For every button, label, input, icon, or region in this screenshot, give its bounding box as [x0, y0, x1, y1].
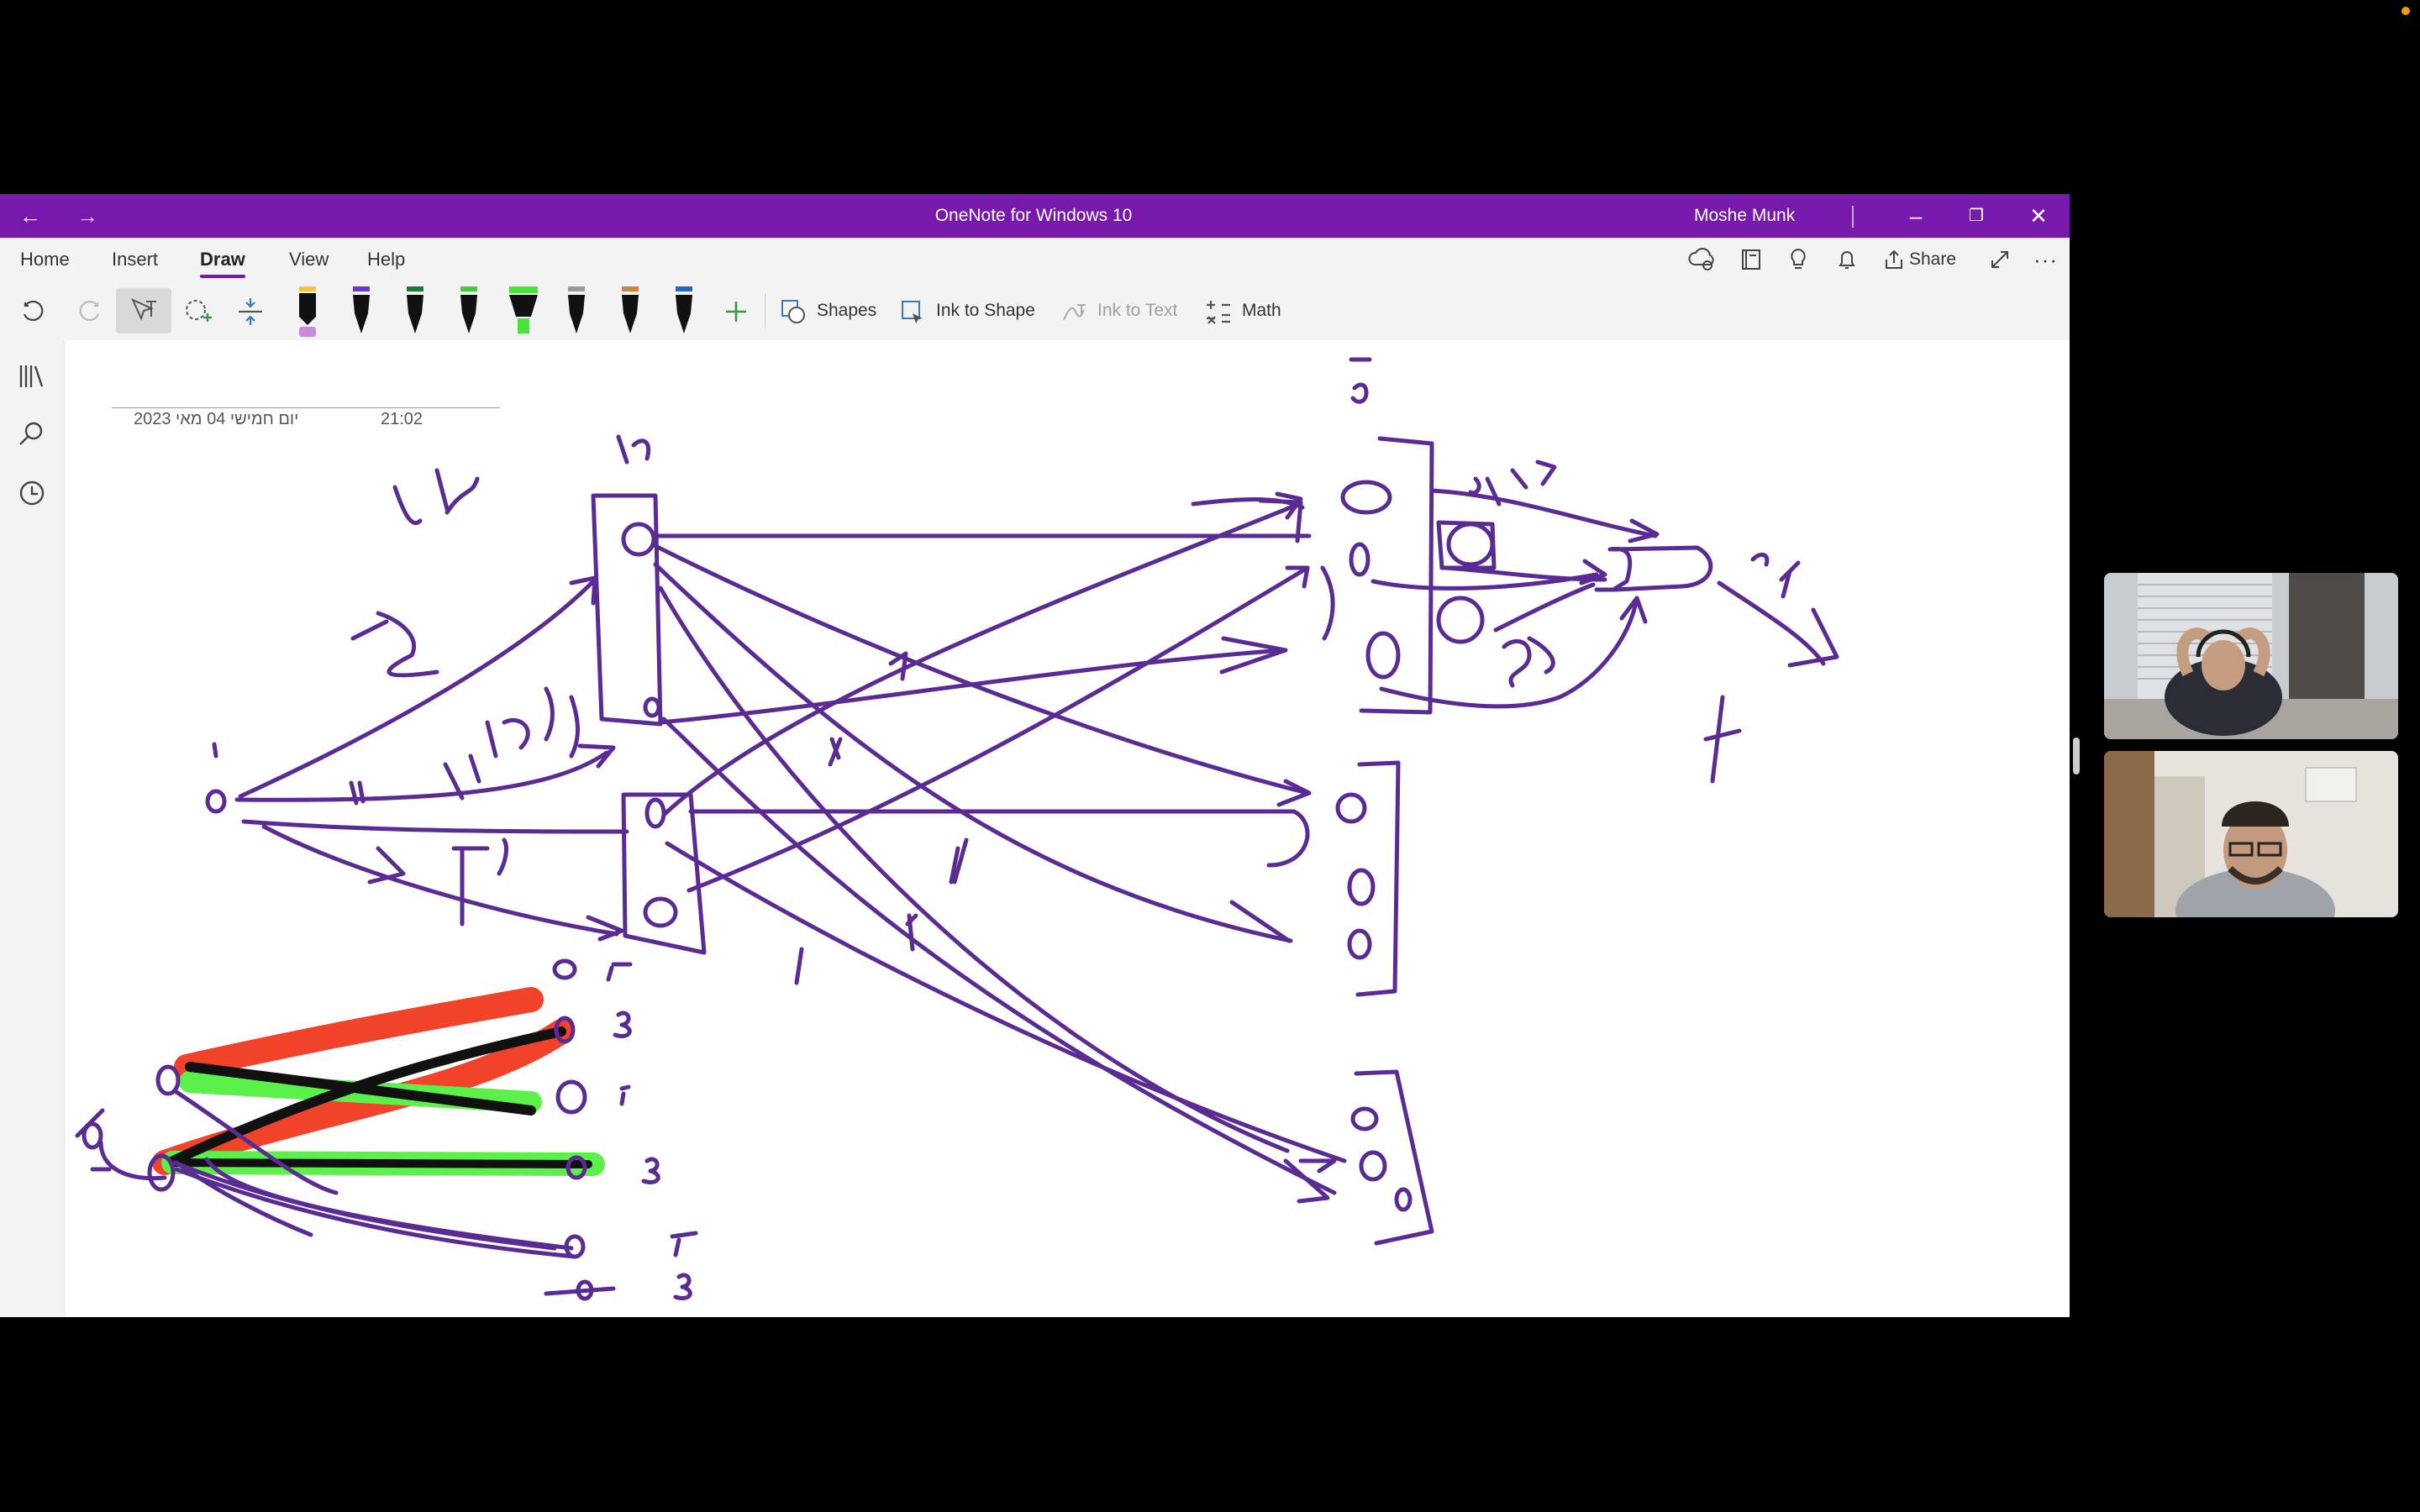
restore-icon[interactable]: ❐ — [1960, 194, 1993, 238]
tab-draw[interactable]: Draw — [200, 238, 245, 281]
draw-toolbar: Shapes Ink to Shape Ink to Text Math — [0, 281, 2070, 341]
tab-home[interactable]: Home — [20, 238, 70, 281]
type-select-tool[interactable] — [116, 288, 171, 333]
black-line-lower — [169, 1158, 592, 1168]
notebooks-icon[interactable] — [15, 359, 49, 392]
search-icon[interactable] — [15, 417, 49, 451]
ink-to-shape-icon[interactable] — [897, 297, 928, 327]
pen-black-icon[interactable] — [291, 285, 324, 339]
bell-icon[interactable] — [1832, 244, 1862, 275]
notebook-pages-icon[interactable] — [1736, 244, 1766, 275]
tab-view[interactable]: View — [289, 238, 329, 281]
forward-arrow-icon[interactable]: → — [71, 194, 104, 238]
participant-1-video — [2104, 573, 2398, 739]
more-options-icon[interactable]: ··· — [2033, 238, 2058, 281]
video-call-panel — [2104, 573, 2398, 917]
ink-to-shape-button[interactable]: Ink to Shape — [936, 281, 1035, 340]
math-button[interactable]: Math — [1242, 281, 1281, 340]
pen-green-icon[interactable] — [398, 285, 432, 339]
pen-purple-icon[interactable] — [345, 285, 378, 339]
ink-to-text-button[interactable]: Ink to Text — [1097, 281, 1177, 340]
share-icon[interactable] — [1879, 244, 1909, 275]
lasso-select-icon[interactable] — [182, 295, 215, 328]
page-canvas[interactable]: יום חמישי 04 מאי 2023 21:02 — [65, 340, 2070, 1317]
undo-icon[interactable] — [18, 297, 49, 327]
window-title: OneNote for Windows 10 — [934, 206, 1133, 225]
share-button[interactable]: Share — [1909, 238, 1956, 281]
add-pen-icon[interactable] — [721, 297, 751, 327]
title-divider — [1852, 206, 1854, 228]
close-icon[interactable]: ✕ — [2022, 194, 2055, 238]
fullscreen-icon[interactable] — [1985, 244, 2015, 275]
recording-indicator — [2402, 7, 2410, 15]
redo-icon[interactable] — [74, 297, 104, 327]
add-space-icon[interactable] — [234, 295, 267, 328]
tab-help[interactable]: Help — [367, 238, 405, 281]
recent-clock-icon[interactable] — [15, 476, 49, 510]
ink-drawing[interactable] — [65, 340, 2070, 1317]
participant-2-video — [2104, 751, 2398, 917]
onenote-window: ← → OneNote for Windows 10 Moshe Munk – … — [0, 194, 2070, 1317]
highlighter-green-icon[interactable] — [504, 285, 543, 339]
pen-blue-icon[interactable] — [667, 285, 701, 339]
shapes-icon[interactable] — [778, 297, 808, 327]
lasso-text-icon — [130, 297, 156, 321]
pencil-gray-icon[interactable] — [560, 285, 593, 339]
scroll-handle[interactable] — [2073, 738, 2080, 774]
pen-lime-icon[interactable] — [452, 285, 486, 339]
sync-status-icon[interactable] — [1687, 244, 1718, 275]
title-bar: ← → OneNote for Windows 10 Moshe Munk – … — [0, 194, 2070, 238]
user-name[interactable]: Moshe Munk — [1694, 194, 1812, 238]
video-tile-participant-1[interactable] — [2104, 573, 2398, 739]
navigation-rail — [0, 340, 65, 1317]
lightbulb-icon[interactable] — [1783, 244, 1813, 275]
tab-insert[interactable]: Insert — [112, 238, 158, 281]
minimize-icon[interactable]: – — [1899, 194, 1933, 238]
back-arrow-icon[interactable]: ← — [13, 194, 47, 238]
math-icon[interactable] — [1203, 297, 1234, 327]
ribbon-tabs: Home Insert Draw View Help Share ··· — [0, 238, 2070, 281]
ink-to-text-icon[interactable] — [1059, 297, 1089, 327]
video-tile-participant-2[interactable] — [2104, 751, 2398, 917]
shapes-button[interactable]: Shapes — [817, 281, 876, 340]
red-highlight-upper — [174, 987, 544, 1079]
pen-galaxy-icon[interactable] — [613, 285, 647, 339]
